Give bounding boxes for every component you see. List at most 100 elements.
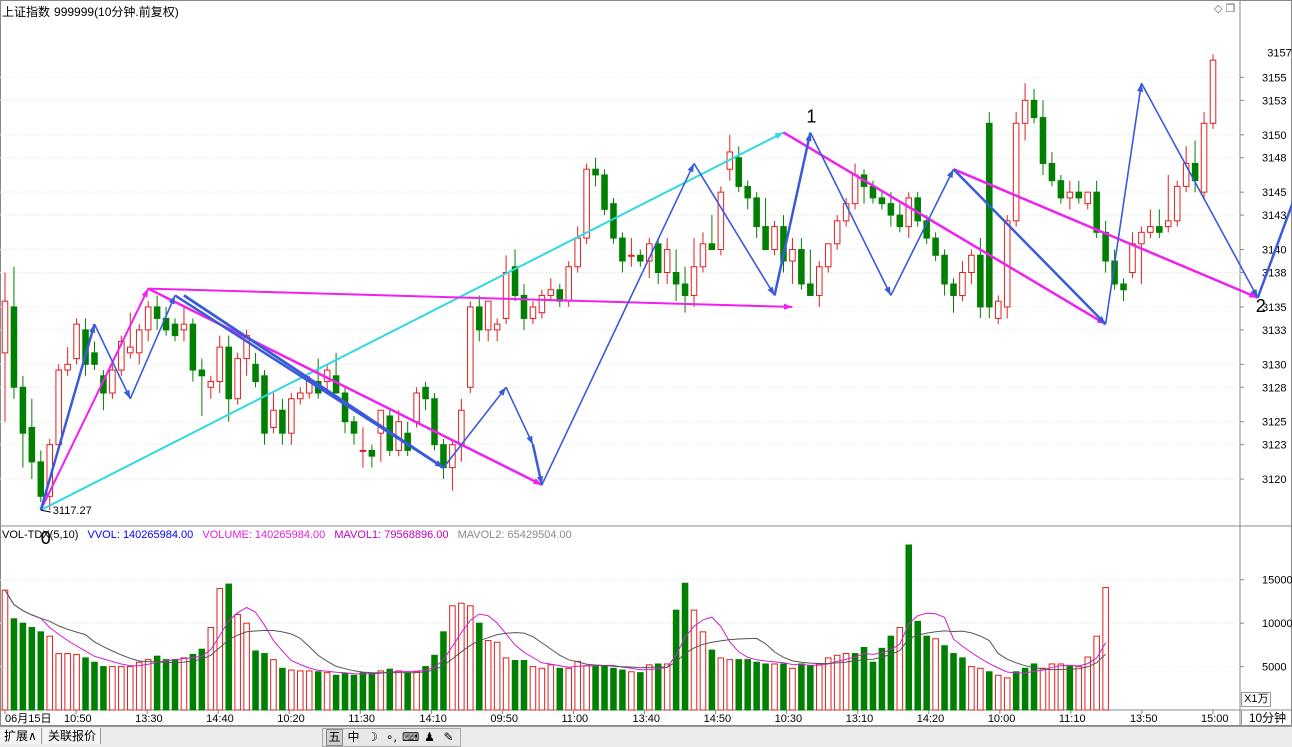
time-tick-label: 13:10 <box>846 713 874 725</box>
candle-body <box>225 346 232 400</box>
volume-bar <box>1021 667 1029 711</box>
wrench-icon[interactable]: ✎ <box>440 729 457 746</box>
trend-line-blue-head <box>89 324 96 334</box>
candle-body <box>583 168 590 239</box>
person-icon[interactable]: ♟ <box>421 729 438 746</box>
volume-bar <box>395 670 402 711</box>
volume-tick-label: 5000 <box>1262 662 1286 674</box>
candle-body <box>672 272 680 285</box>
keyboard-icon[interactable]: ⌨ <box>402 729 419 746</box>
volume-bar <box>189 653 197 711</box>
time-tick-label: 10:50 <box>64 713 92 725</box>
wave-label: 2 <box>1256 296 1266 316</box>
index-code: 999999 <box>54 5 95 19</box>
diamond-icon[interactable]: ◇ <box>1214 3 1222 15</box>
volume-bar <box>180 657 188 711</box>
candle-body <box>261 375 268 434</box>
candle-body <box>1164 220 1172 228</box>
volume-bar <box>377 670 385 711</box>
window-icons[interactable]: ◇ ❐ <box>1214 2 1235 15</box>
volume-bar <box>64 653 71 711</box>
moon-icon[interactable]: ☽ <box>364 729 381 746</box>
volume-bar <box>475 622 483 711</box>
period-indicator[interactable]: 10分钟 <box>1241 711 1292 726</box>
volume-bar <box>279 667 286 711</box>
candle-body <box>207 381 215 388</box>
volume-tick-label: 15000 <box>1262 575 1292 587</box>
mavol2-value: MAVOL2: 65429504.00 <box>457 529 572 541</box>
volume-bar <box>332 674 340 711</box>
mavol1-value: MAVOL1: 79568896.00 <box>334 529 449 541</box>
expand-button[interactable]: 扩展∧ <box>0 728 42 744</box>
volume-bar <box>413 671 420 711</box>
candle-body <box>833 220 841 245</box>
volume-bar <box>162 659 170 711</box>
volume-bar <box>574 660 581 711</box>
candle-body <box>1156 226 1163 233</box>
volume-bar <box>887 635 895 711</box>
restore-icon[interactable]: ❐ <box>1226 3 1236 15</box>
toolbar: 五中 ☽ ∘, ⌨ ♟ ✎ <box>322 728 461 747</box>
chart-header: 上证指数 999999(10分钟.前复权) <box>2 3 183 20</box>
volume-bar <box>556 667 564 711</box>
volume-bar <box>511 660 519 711</box>
volume-bar <box>798 663 805 711</box>
volume-bar <box>1039 667 1047 711</box>
price-marker-line <box>40 509 51 513</box>
volume-bar <box>1093 635 1100 711</box>
candle-body <box>565 266 573 302</box>
volume-bar <box>502 657 510 711</box>
volume-bar <box>529 666 537 711</box>
candle-body <box>699 243 707 268</box>
volume-bar <box>207 627 215 711</box>
related-quote-button[interactable]: 关联报价 <box>44 728 102 744</box>
volume-bar <box>118 666 125 711</box>
volume-bar <box>37 631 45 711</box>
candle-body <box>529 306 537 319</box>
candle-body <box>198 369 206 377</box>
price-tick-label: 3153 <box>1262 95 1286 107</box>
volume-bar <box>422 666 429 711</box>
volume-bar <box>341 673 349 711</box>
candle-body <box>753 197 760 228</box>
volume-bar <box>1102 587 1109 711</box>
price-tick-label: 3125 <box>1262 417 1286 429</box>
volume-bar <box>127 666 134 711</box>
price-tick-label: 3148 <box>1262 153 1286 165</box>
candle-body <box>153 306 161 319</box>
volume-bar <box>681 582 689 711</box>
volume-bar <box>1 589 9 711</box>
trend-line-blue <box>442 386 507 469</box>
candle-body <box>708 243 716 251</box>
zh-icon[interactable]: 中 <box>345 729 362 746</box>
volume-bar <box>484 640 492 711</box>
volume-bar <box>762 663 769 711</box>
candle-body <box>216 346 224 383</box>
volume-bar <box>619 669 626 711</box>
candle-body <box>288 398 295 434</box>
trend-line-blue-head <box>946 169 954 179</box>
bottom-bar: 扩展∧ 关联报价 五中 ☽ ∘, ⌨ ♟ ✎ <box>0 726 1292 747</box>
volume-bar <box>100 666 107 711</box>
volume-bar <box>243 622 250 711</box>
candle-body <box>1209 59 1217 124</box>
vol-indicator: VOL-TDX(5,10) <box>2 529 79 541</box>
volume-bar <box>538 667 546 711</box>
candle-body <box>968 254 975 273</box>
time-tick-label: 13:40 <box>633 713 661 725</box>
candle-body <box>73 323 80 360</box>
volume-bar <box>610 667 617 711</box>
price-marker-label: 3117.27 <box>53 505 92 517</box>
trend-line-cyan <box>40 131 784 511</box>
candle-body <box>1173 185 1181 222</box>
candle-body <box>458 409 465 446</box>
grid-icon[interactable]: 五 <box>326 729 343 746</box>
dots-icon[interactable]: ∘, <box>383 729 400 746</box>
volume-bar <box>73 653 80 711</box>
volume-bar <box>386 668 394 711</box>
candle-body <box>950 283 957 296</box>
volume-bar <box>565 667 573 711</box>
volume-bar <box>520 660 528 711</box>
candle-body <box>744 185 751 199</box>
volume-bar <box>950 653 957 711</box>
